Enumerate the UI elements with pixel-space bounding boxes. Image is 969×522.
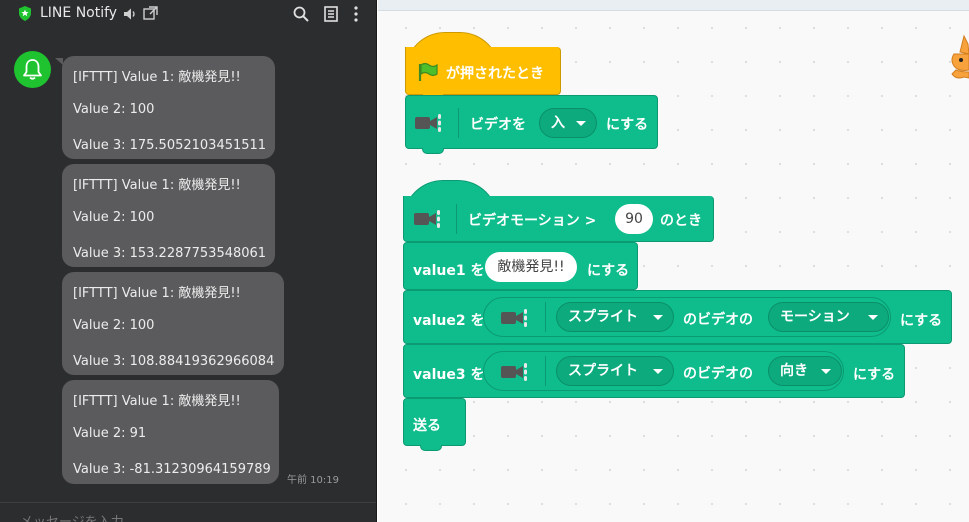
block-label: ビデオモーション > [468,213,597,229]
block-label: にする [900,313,943,329]
message-timestamp: 午前 10:19 [287,475,339,486]
composer-divider [0,502,376,503]
extension-icon-separator [545,302,546,332]
block-label: ビデオを [470,117,526,133]
extension-icon-separator [458,108,459,138]
dropdown-value: スプライト [568,309,638,325]
avatar[interactable] [14,51,51,88]
block-label: value2 を [413,313,485,329]
when-video-motion-hat-block[interactable]: ビデオモーション > 90 のとき [403,196,714,242]
sprite-dropdown[interactable]: スプライト [556,356,674,386]
message-line: Value 2: 100 [73,210,155,225]
block-label: のビデオの [683,366,753,382]
set-value3-block[interactable]: value3 を スプライト のビデオの 向き にする [403,344,905,398]
dropdown-value: スプライト [568,363,638,379]
value1-text-input[interactable]: 敵機発見!! [485,252,577,282]
block-label: にする [606,117,649,133]
search-icon[interactable] [292,5,310,23]
sprite-dropdown[interactable]: スプライト [556,302,674,332]
bell-icon [23,59,42,80]
video-camera-icon [501,363,527,381]
message-line: Value 3: 153.2287753548061 [73,246,267,261]
motion-threshold-input[interactable]: 90 [615,204,653,234]
video-attribute-dropdown[interactable]: モーション [768,302,889,332]
message-input[interactable]: メッセージを入力 [20,511,124,522]
hat-label: が押されたとき [446,66,544,82]
notes-icon[interactable] [322,5,340,23]
video-sensing-reporter[interactable]: スプライト のビデオの モーション [483,297,891,337]
message-line: Value 2: 100 [73,102,155,117]
message-bubble[interactable]: [IFTTT] Value 1: 敵機発見!! Value 2: 100 Val… [62,164,275,267]
block-label: 送る [413,418,441,434]
send-block[interactable]: 送る [403,398,466,446]
message-line: [IFTTT] Value 1: 敵機発見!! [73,178,241,193]
message-bubble[interactable]: [IFTTT] Value 1: 敵機発見!! Value 2: 91 Valu… [62,380,279,484]
message-line: Value 2: 100 [73,318,155,333]
message-line: Value 3: 175.5052103451511 [73,138,267,153]
scratch-cat-sprite-icon [951,34,969,79]
scratch-canvas-top-edge [378,0,969,11]
video-state-dropdown[interactable]: 入 [539,108,597,138]
video-camera-icon [415,114,441,132]
video-camera-icon [501,309,527,327]
when-flag-clicked-block[interactable]: が押されたとき [405,47,561,95]
dropdown-value: 入 [551,115,565,131]
turn-video-on-block[interactable]: ビデオを 入 にする [405,95,658,149]
chat-header: LINE Notify [0,0,376,28]
extension-icon-separator [456,204,457,234]
extension-icon-separator [545,356,546,386]
message-bubble[interactable]: [IFTTT] Value 1: 敵機発見!! Value 2: 100 Val… [62,272,284,375]
message-line: [IFTTT] Value 1: 敵機発見!! [73,70,241,85]
line-chat-panel: LINE Notify [IFTTT] Value 1: 敵機発見!! Valu… [0,0,377,522]
block-notch [420,445,442,451]
external-window-icon[interactable] [143,6,158,21]
message-line: [IFTTT] Value 1: 敵機発見!! [73,286,241,301]
block-label: のとき [660,213,702,229]
dropdown-value: モーション [780,309,850,325]
message-line: Value 3: -81.31230964159789 [73,462,271,477]
block-label: にする [587,263,630,279]
set-value1-block[interactable]: value1 を 敵機発見!! にする [403,242,638,290]
block-label: のビデオの [683,312,753,328]
block-label: value1 を [413,263,485,279]
more-menu-icon[interactable] [347,5,365,23]
block-label: value3 を [413,367,485,383]
message-line: Value 3: 108.88419362966084 [73,354,275,369]
official-shield-icon [19,6,31,21]
video-sensing-reporter[interactable]: スプライト のビデオの 向き [483,351,844,391]
message-bubble[interactable]: [IFTTT] Value 1: 敵機発見!! Value 2: 100 Val… [62,56,275,159]
chat-title: LINE Notify [40,5,118,21]
video-attribute-dropdown[interactable]: 向き [768,356,842,386]
message-line: Value 2: 91 [73,426,147,441]
block-notch [422,148,444,154]
video-camera-icon [414,210,440,228]
message-line: [IFTTT] Value 1: 敵機発見!! [73,394,241,409]
set-value2-block[interactable]: value2 を スプライト のビデオの モーション にする [403,290,952,344]
dropdown-value: 向き [780,363,808,379]
block-label: にする [853,367,896,383]
speaker-icon[interactable] [122,6,138,22]
green-flag-icon [418,62,438,81]
